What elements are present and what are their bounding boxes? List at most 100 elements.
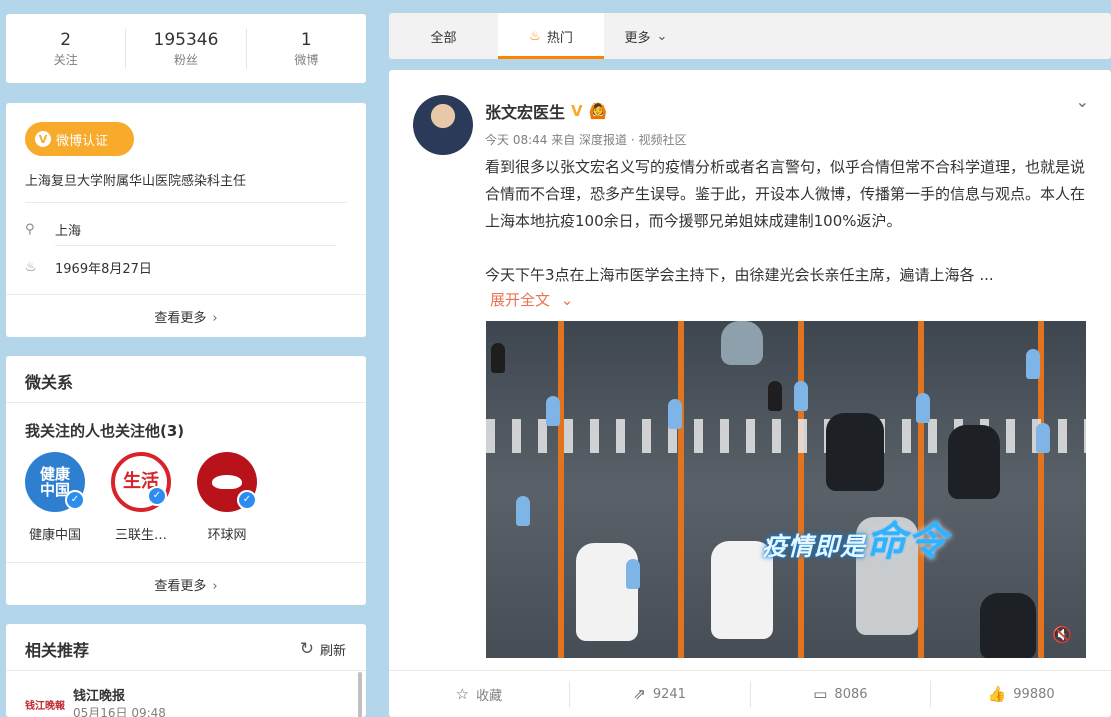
video-worker [916, 393, 930, 423]
comment-button[interactable]: ▭ 8086 [751, 681, 932, 707]
stat-label: 关注 [53, 52, 78, 67]
video-car [576, 543, 638, 641]
birthday-text: 1969年8月27日 [55, 262, 152, 277]
video-worker [491, 343, 505, 373]
divider [55, 245, 336, 246]
relations-more-link[interactable]: 查看更多 › [6, 575, 366, 594]
stat-posts[interactable]: 1 微博 [247, 29, 366, 69]
follow-item-huanqiu[interactable]: ✓ 环球网 [187, 452, 267, 543]
more-label: 查看更多 [154, 579, 207, 594]
more-label: 查看更多 [154, 311, 207, 326]
recommend-name[interactable]: 钱江晚报 [73, 685, 125, 704]
author-row: 张文宏医生 V 🙆 [485, 99, 607, 123]
relations-card: 微关系 我关注的人也关注他(3) 健康中国 ✓ 健康中国 生活 ✓ 三联生… ✓… [6, 356, 366, 605]
follow-name: 环球网 [207, 528, 247, 543]
star-icon: ☆ [455, 685, 470, 703]
video-worker [768, 381, 782, 411]
divider [6, 402, 366, 403]
video-worker [516, 496, 530, 526]
stats-card: 2 关注 195346 粉丝 1 微博 [6, 14, 366, 83]
avatar: 生活 ✓ [111, 452, 171, 512]
stat-following[interactable]: 2 关注 [6, 28, 127, 69]
action-label: 99880 [1013, 686, 1055, 702]
recommend-logo[interactable]: 钱江晚報 [25, 697, 65, 712]
recommend-time: 05月16日 09:48 [73, 706, 166, 717]
location-text: 上海 [55, 224, 82, 239]
avatar: ✓ [197, 452, 257, 512]
video-worker [626, 559, 640, 589]
chevron-down-icon: ⌄ [656, 28, 668, 44]
profile-more-link[interactable]: 查看更多 › [6, 307, 366, 326]
tab-all[interactable]: 全部 [389, 13, 498, 59]
stat-value: 1 [300, 29, 312, 50]
video-worker [1036, 423, 1050, 453]
verify-label: 微博认证 [56, 133, 109, 149]
follow-item-jiankang[interactable]: 健康中国 ✓ 健康中国 [15, 452, 95, 543]
refresh-icon: ↻ [299, 639, 314, 659]
follow-item-sanlian[interactable]: 生活 ✓ 三联生… [101, 452, 181, 543]
comment-icon: ▭ [813, 685, 828, 703]
expand-label: 展开全文 [490, 291, 551, 309]
expand-full-text-link[interactable]: 展开全文 ⌄ [490, 289, 573, 310]
fan-badge-icon: 🙆 [588, 102, 608, 120]
stat-followers[interactable]: 195346 粉丝 [126, 28, 247, 69]
mute-icon[interactable]: 🔇 [1052, 625, 1072, 644]
divider [6, 670, 366, 671]
follow-name: 健康中国 [28, 528, 81, 543]
relations-title: 微关系 [25, 373, 74, 392]
profile-card: V 微博认证 上海复旦大学附属华山医院感染科主任 ⚲ 上海 ♨ 1969年8月2… [6, 103, 366, 337]
post-text: 看到很多以张文宏名义写的疫情分析或者名言警句，似乎合情但常不合科学道理，也就是说… [485, 158, 1086, 230]
author-avatar[interactable] [413, 95, 473, 155]
chevron-right-icon: › [212, 579, 218, 594]
location-pin-icon: ⚲ [25, 222, 35, 237]
recommend-title: 相关推荐 [25, 641, 90, 660]
verified-icon: ✓ [147, 486, 167, 506]
author-name[interactable]: 张文宏医生 [485, 99, 565, 123]
like-icon: 👍 [987, 685, 1007, 703]
video-car [826, 413, 884, 491]
verify-badge[interactable]: V 微博认证 [25, 122, 134, 156]
flame-icon: ♨ [529, 28, 541, 44]
share-icon: ⇗ [633, 685, 646, 703]
scrollbar[interactable] [358, 672, 362, 717]
chevron-right-icon: › [212, 311, 218, 326]
video-worker [794, 381, 808, 411]
favorite-button[interactable]: ☆ 收藏 [389, 681, 570, 707]
video-car [721, 321, 763, 365]
chevron-down-icon: ⌄ [560, 291, 574, 309]
post-video[interactable]: 疫情即是命令 🔇 [486, 321, 1086, 658]
verified-icon: ✓ [237, 490, 257, 510]
cake-icon: ♨ [25, 260, 37, 275]
action-label: 收藏 [476, 688, 503, 704]
tab-label: 全部 [430, 30, 457, 46]
video-car [948, 425, 1000, 499]
post-menu-chevron-icon[interactable]: ⌄ [1076, 92, 1089, 111]
divider [6, 562, 366, 563]
globe-logo-icon [212, 475, 242, 489]
video-car [980, 593, 1036, 658]
tab-more[interactable]: 更多 ⌄ [604, 13, 688, 59]
verify-description: 上海复旦大学附属华山医院感染科主任 [25, 174, 247, 189]
action-label: 8086 [834, 686, 868, 702]
verified-v-icon: V [571, 102, 583, 120]
tab-label: 热门 [546, 30, 573, 46]
refresh-label: 刷新 [319, 643, 346, 659]
refresh-button[interactable]: ↻ 刷新 [300, 639, 346, 659]
post-text-continued: 今天下午3点在上海市医学会主持下，由徐建光会长亲任主席，遍请上海各 ... [485, 266, 994, 284]
video-caption-small: 疫情即是 [762, 532, 867, 561]
video-worker [1026, 349, 1040, 379]
like-button[interactable]: 👍 99880 [931, 681, 1111, 707]
stat-label: 粉丝 [173, 52, 198, 67]
common-follow-title: 我关注的人也关注他(3) [25, 422, 185, 440]
follow-name: 三联生… [114, 528, 167, 543]
video-worker [668, 399, 682, 429]
post-meta: 今天 08:44 来自 深度报道 · 视频社区 [485, 133, 687, 147]
feed-tabs: 全部 ♨ 热门 更多 ⌄ [389, 13, 1111, 59]
repost-button[interactable]: ⇗ 9241 [570, 681, 751, 707]
birthday-row: ♨ 1969年8月27日 [25, 258, 152, 277]
tab-hot[interactable]: ♨ 热门 [498, 13, 604, 59]
location-row: ⚲ 上海 [25, 220, 81, 239]
divider [6, 294, 366, 295]
verified-icon: ✓ [65, 490, 85, 510]
stat-label: 微博 [294, 52, 319, 67]
